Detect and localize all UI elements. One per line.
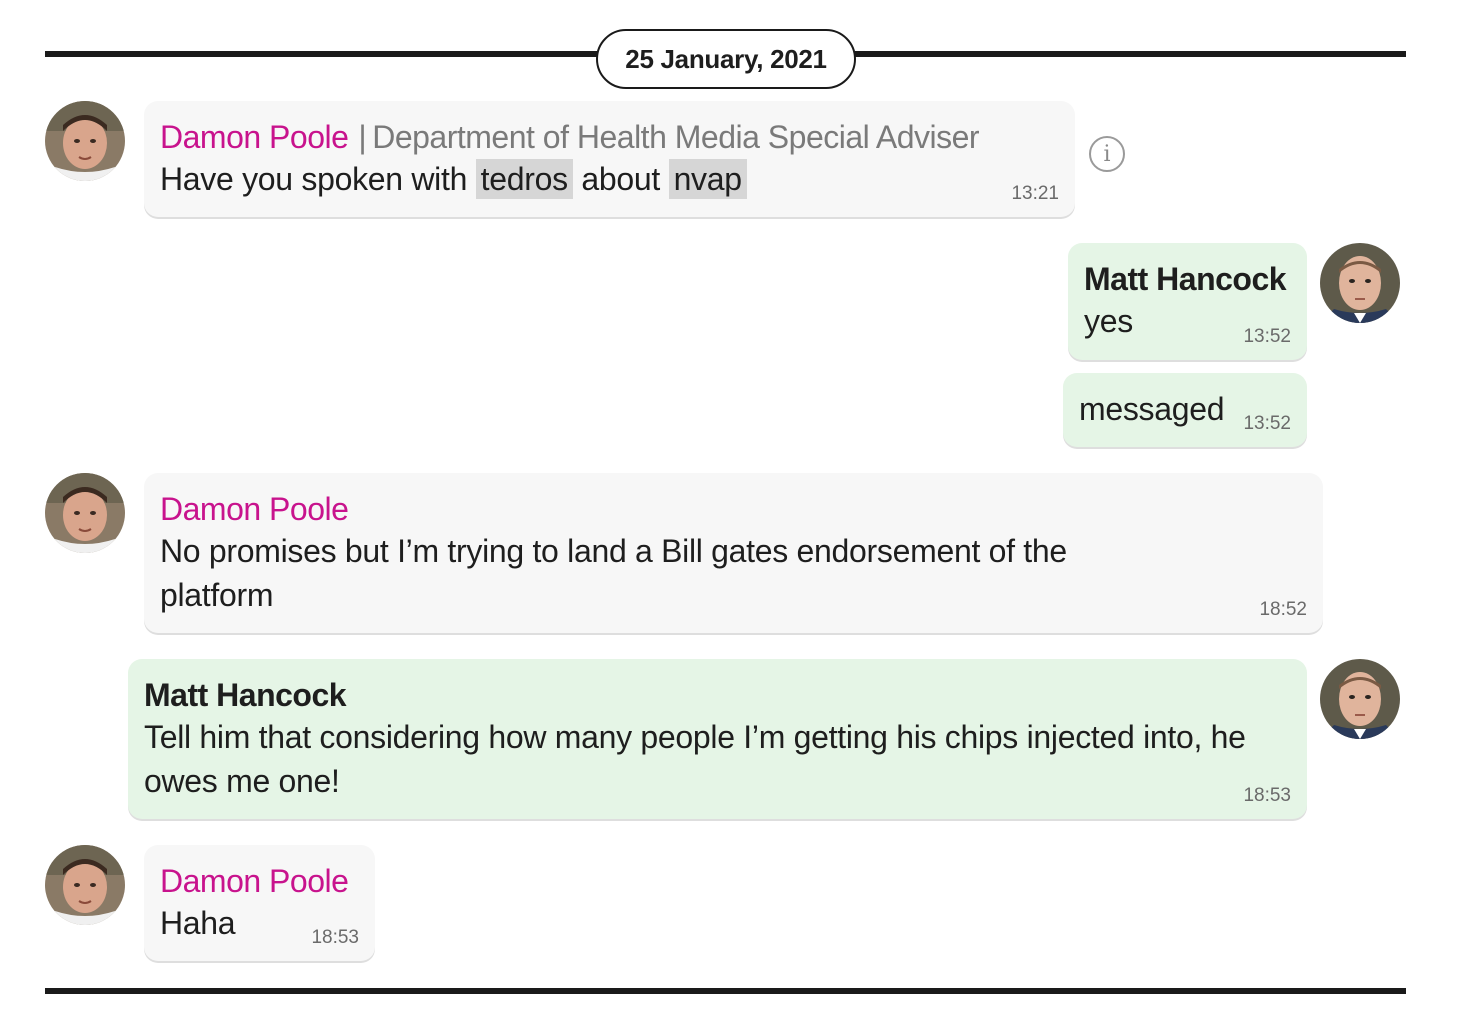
sender-name[interactable]: Matt Hancock [1084,259,1291,299]
damon-poole-avatar[interactable] [45,845,125,925]
date-divider: 25 January, 2021 [596,29,856,89]
message-bubble: messaged 13:52 [1063,373,1307,447]
message-text: No promises but I’m trying to land a Bil… [160,533,1067,613]
message-time: 18:53 [311,927,359,948]
matt-hancock-avatar[interactable] [1320,659,1400,739]
message-time: 18:53 [1243,785,1291,806]
matt-hancock-avatar[interactable] [1320,243,1400,323]
message-time: 13:52 [1243,413,1291,434]
message-bubble: Matt Hancock Tell him that considering h… [128,659,1307,819]
message-time: 13:52 [1243,326,1291,347]
message-time: 13:21 [1011,183,1059,204]
sender-name[interactable]: Matt Hancock [144,675,1291,715]
message-bubble: Damon Poole No promises but I’m trying t… [144,473,1323,633]
damon-poole-avatar[interactable] [45,101,125,181]
damon-poole-avatar[interactable] [45,473,125,553]
message-bubble: Damon Poole Haha 18:53 [144,845,375,961]
message-bubble: Damon Poole | Department of Health Media S… [144,101,1075,217]
message-time: 18:52 [1259,599,1307,620]
highlighted-term: tedros [475,159,573,199]
message-text: Tell him that considering how many peopl… [144,719,1246,799]
message-text: Have you spoken with tedros about nvap [160,157,1059,201]
sender-role: Department of Health Media Special Advis… [372,119,980,155]
highlighted-term: nvap [668,159,747,199]
sender-name[interactable]: Damon Poole [160,489,1307,529]
bottom-divider-line [45,988,1406,994]
sender-line: Damon Poole | Department of Health Media S… [160,117,1059,157]
sender-name[interactable]: Damon Poole [160,119,349,155]
sender-name[interactable]: Damon Poole [160,861,359,901]
message-bubble: Matt Hancock yes 13:52 [1068,243,1307,360]
info-icon[interactable]: i [1089,136,1125,172]
role-separator: | [358,119,367,155]
